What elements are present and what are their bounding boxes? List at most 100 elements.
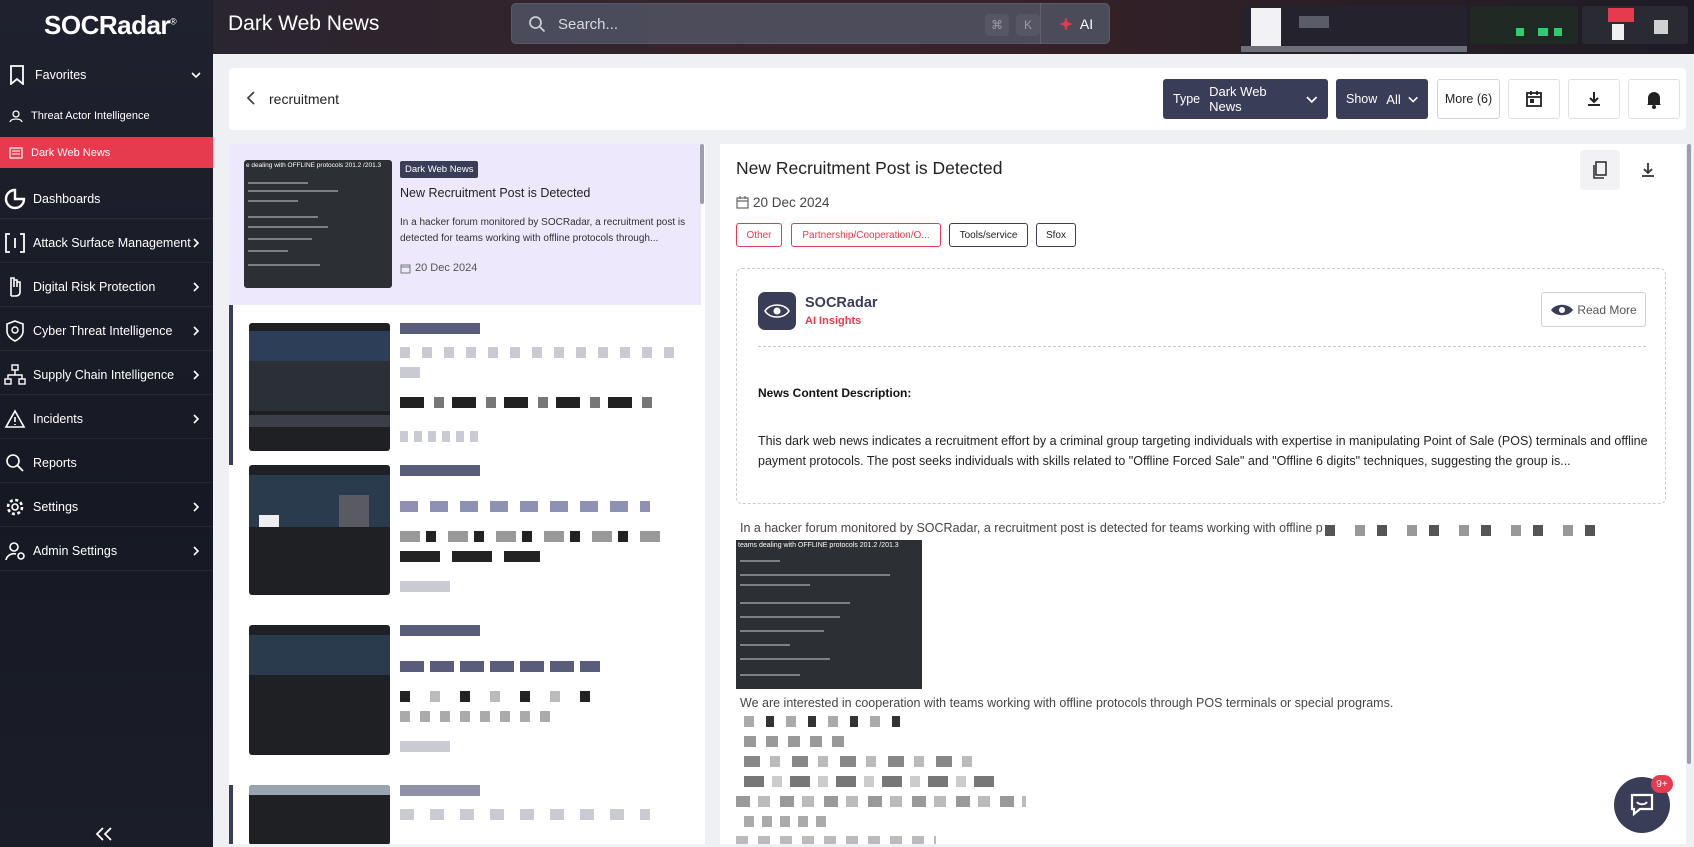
list-item[interactable] xyxy=(229,625,701,785)
thumb-line xyxy=(248,238,312,240)
copy-button[interactable] xyxy=(1580,150,1620,190)
alert-icon xyxy=(2,406,28,432)
list-scrollbar[interactable] xyxy=(700,144,704,204)
chevron-right-icon xyxy=(193,237,200,248)
search-bar[interactable]: Search... ⌘ K xyxy=(511,3,1110,44)
redacted-text xyxy=(400,741,450,752)
thumb-line xyxy=(248,190,338,192)
news-body-line: In a hacker forum monitored by SOCRadar,… xyxy=(740,521,1323,535)
news-description: In a hacker forum monitored by SOCRadar,… xyxy=(400,217,686,244)
bookmark-icon xyxy=(4,62,30,88)
detail-title: New Recruitment Post is Detected xyxy=(736,158,1003,178)
search-input[interactable]: Search... xyxy=(558,16,618,33)
chevron-right-icon xyxy=(193,545,200,556)
search-query[interactable]: recruitment xyxy=(269,91,339,107)
socradar-logo[interactable]: SOCRadar® xyxy=(44,8,177,42)
redacted-text xyxy=(400,785,480,796)
sidebar-item-dashboards[interactable]: Dashboards xyxy=(0,179,213,219)
sidebar-item-admin-settings[interactable]: Admin Settings xyxy=(0,531,213,571)
sidebar-item-settings[interactable]: Settings xyxy=(0,487,213,527)
sidebar-item-label: Admin Settings xyxy=(33,543,118,558)
redacted-text xyxy=(400,581,450,592)
type-filter-dropdown[interactable]: Type Dark Web News xyxy=(1163,79,1328,119)
redacted-text xyxy=(400,347,680,358)
redacted-text xyxy=(1325,525,1595,536)
gear-icon xyxy=(2,494,28,520)
redacted-status-area[interactable] xyxy=(1470,6,1578,44)
list-item-selected[interactable]: e dealing with OFFLINE protocols 201.2 /… xyxy=(229,144,701,305)
redacted-block xyxy=(249,785,390,795)
calendar-button[interactable] xyxy=(1508,79,1560,119)
tag-partnership[interactable]: Partnership/Cooperation/O... xyxy=(791,223,941,247)
sidebar-item-label: Dark Web News xyxy=(31,146,111,159)
divider xyxy=(758,346,1646,347)
ai-insights-label: AI Insights xyxy=(805,315,862,327)
sidebar-item-incidents[interactable]: Incidents xyxy=(0,399,213,439)
list-item[interactable] xyxy=(229,305,701,465)
tag-sfox[interactable]: Sfox xyxy=(1036,223,1076,247)
show-filter-dropdown[interactable]: Show All xyxy=(1336,79,1428,119)
news-title: New Recruitment Post is Detected xyxy=(400,186,591,200)
chevron-down-icon xyxy=(1408,96,1418,103)
news-thumbnail xyxy=(249,625,390,755)
admin-icon xyxy=(2,538,28,564)
news-detail-panel: New Recruitment Post is Detected 20 Dec … xyxy=(720,144,1686,844)
sidebar-item-label: Cyber Threat Intelligence xyxy=(33,323,173,338)
category-badge: Dark Web News xyxy=(400,161,479,178)
redacted-block xyxy=(1554,28,1562,36)
back-arrow-icon[interactable] xyxy=(245,90,259,106)
list-item[interactable] xyxy=(229,465,701,625)
sidebar-item-threat-actor-intelligence[interactable]: Threat Actor Intelligence xyxy=(0,100,213,132)
favorites-label: Favorites xyxy=(35,68,87,82)
collapse-sidebar-icon[interactable] xyxy=(94,826,114,842)
show-filter-key: Show xyxy=(1346,92,1378,106)
redacted-block xyxy=(1241,46,1467,52)
tag-tools-service[interactable]: Tools/service xyxy=(949,223,1028,247)
thumb-line xyxy=(740,658,830,660)
sidebar-favorites[interactable]: Favorites xyxy=(0,58,213,92)
brand-name: SOCRadar xyxy=(44,9,171,40)
redacted-block xyxy=(249,635,390,675)
calendar-icon xyxy=(736,196,749,209)
sidebar-item-cyber-threat-intelligence[interactable]: Cyber Threat Intelligence xyxy=(0,311,213,351)
sidebar-item-attack-surface-management[interactable]: Attack Surface Management xyxy=(0,223,213,263)
thumb-line xyxy=(740,644,790,646)
redacted-block xyxy=(1516,28,1524,36)
sidebar-item-digital-risk-protection[interactable]: Digital Risk Protection xyxy=(0,267,213,307)
detail-download-button[interactable] xyxy=(1628,150,1668,190)
read-more-button[interactable]: Read More xyxy=(1541,292,1646,327)
forum-post-screenshot: teams dealing with OFFLINE protocols 201… xyxy=(736,540,922,689)
chevron-down-icon xyxy=(1306,96,1318,104)
shortcut-cmd-key: ⌘ xyxy=(985,14,1009,36)
type-filter-key: Type xyxy=(1173,92,1201,106)
thumb-line xyxy=(740,560,780,562)
redacted-text xyxy=(400,501,650,512)
sidebar-item-label: Reports xyxy=(33,455,77,470)
redacted-text xyxy=(736,836,936,844)
tag-other[interactable]: Other xyxy=(736,223,782,247)
notifications-button[interactable] xyxy=(1628,79,1680,119)
news-thumbnail xyxy=(249,323,390,451)
ai-button[interactable]: AI xyxy=(1040,3,1110,44)
redacted-block xyxy=(1299,16,1329,28)
detail-scrollbar[interactable] xyxy=(1687,144,1691,764)
dashboard-icon xyxy=(2,186,28,212)
download-button[interactable] xyxy=(1568,79,1620,119)
type-filter-value: Dark Web News xyxy=(1209,84,1267,114)
redacted-text xyxy=(400,691,600,702)
page-title: Dark Web News xyxy=(228,12,380,35)
chevron-right-icon xyxy=(193,501,200,512)
redacted-block xyxy=(249,361,390,411)
redacted-user-area[interactable] xyxy=(1241,6,1467,52)
redacted-text xyxy=(400,711,560,722)
redacted-avatar-area[interactable] xyxy=(1582,6,1688,44)
more-filters-button[interactable]: More (6) xyxy=(1437,79,1500,119)
thumb-line xyxy=(248,200,298,202)
redacted-text xyxy=(744,776,994,787)
copy-icon xyxy=(1593,161,1607,179)
sidebar-item-supply-chain-intelligence[interactable]: Supply Chain Intelligence xyxy=(0,355,213,395)
sidebar-item-reports[interactable]: Reports xyxy=(0,443,213,483)
sidebar-item-label: Supply Chain Intelligence xyxy=(33,367,175,382)
sidebar-item-dark-web-news[interactable]: Dark Web News xyxy=(0,137,213,168)
list-item[interactable] xyxy=(229,785,701,844)
